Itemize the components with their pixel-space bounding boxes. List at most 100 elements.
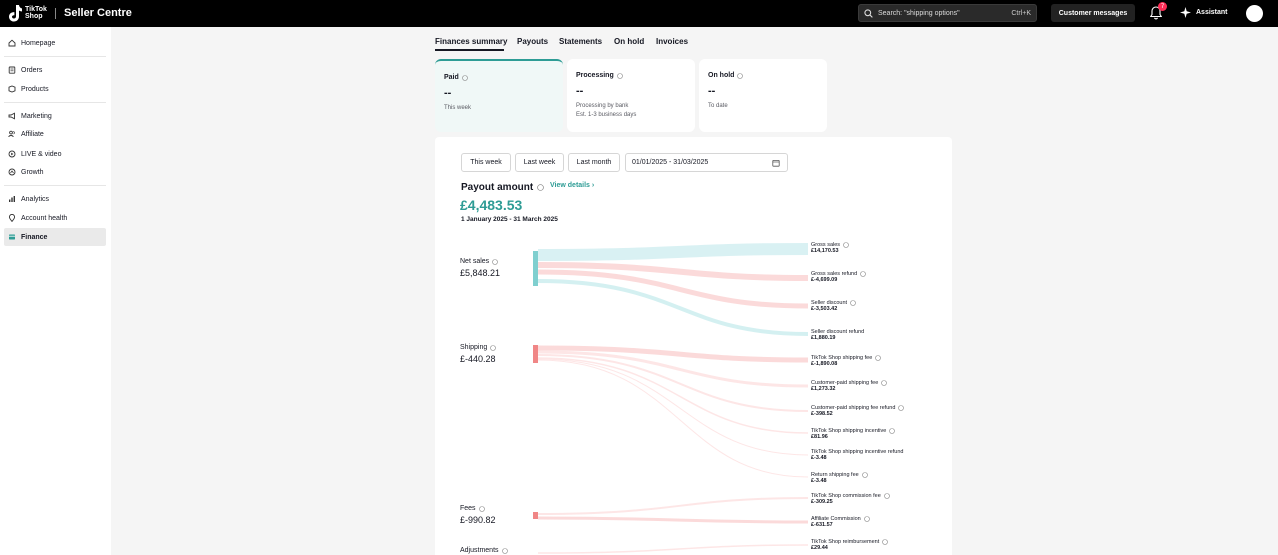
- paid-card[interactable]: Paid -- This week: [435, 59, 563, 132]
- info-icon: [898, 405, 905, 411]
- tab-statements[interactable]: Statements: [559, 37, 602, 46]
- processing-card[interactable]: Processing -- Processing by bank Est. 1-3…: [567, 59, 695, 132]
- tab-finances-summary[interactable]: Finances summary: [435, 37, 507, 46]
- sidebar-item-label: LIVE & video: [21, 150, 62, 158]
- shipping-label: Shipping: [460, 344, 497, 351]
- view-details-link[interactable]: View details ›: [550, 182, 594, 189]
- info-icon: [492, 258, 498, 265]
- net-sales-bar: [533, 251, 538, 286]
- last-week-button[interactable]: Last week: [515, 153, 564, 172]
- sidebar-item-live-video[interactable]: LIVE & video: [4, 145, 106, 163]
- tiktok-shop-logo[interactable]: TikTok Shop: [8, 4, 47, 22]
- payout-label-text: Payout amount: [461, 182, 534, 193]
- products-icon: [8, 85, 16, 93]
- customer-shipping-refund-item: Customer-paid shipping fee refund £-398.5…: [811, 405, 905, 417]
- card-title: Paid: [444, 74, 459, 81]
- payout-period: 1 January 2025 - 31 March 2025: [461, 216, 558, 223]
- info-icon: [461, 74, 468, 81]
- reimbursement-item: TikTok Shop reimbursement £29.44: [811, 539, 889, 551]
- people-icon: [8, 130, 15, 138]
- card-subtitle: To date: [708, 103, 728, 109]
- sidebar-item-analytics[interactable]: Analytics: [4, 190, 106, 208]
- sidebar-item-products[interactable]: Products: [4, 80, 106, 98]
- sidebar-divider: [4, 185, 106, 186]
- live-icon: [8, 150, 16, 158]
- date-range-value: 01/01/2025 - 31/03/2025: [632, 159, 709, 166]
- info-icon: [882, 539, 889, 545]
- sidebar-item-label: Marketing: [21, 112, 52, 120]
- growth-icon: [8, 168, 16, 176]
- tab-invoices[interactable]: Invoices: [656, 37, 688, 46]
- return-shipping-item: Return shipping fee £-3.48: [811, 472, 868, 484]
- assistant-button[interactable]: Assistant: [1180, 7, 1228, 18]
- item-value: £-398.52: [811, 411, 833, 417]
- home-icon: [8, 39, 16, 47]
- customer-messages-button[interactable]: Customer messages: [1051, 4, 1135, 22]
- info-icon: [881, 380, 888, 386]
- megaphone-icon: [8, 112, 15, 120]
- info-icon: [616, 72, 623, 79]
- sidebar-item-finance[interactable]: Finance: [4, 228, 106, 246]
- sidebar-item-orders[interactable]: Orders: [4, 61, 106, 79]
- fees-label: Fees: [460, 505, 485, 512]
- app-title: Seller Centre: [64, 7, 132, 19]
- item-value: £81.96: [811, 434, 828, 440]
- tab-on-hold[interactable]: On hold: [614, 37, 644, 46]
- customer-shipping-item: Customer-paid shipping fee £1,273.32: [811, 380, 888, 392]
- chart-icon: [9, 196, 15, 202]
- sidebar-item-label: Affiliate: [21, 130, 44, 138]
- shipping-bar: [533, 345, 538, 363]
- sidebar-item-account-health[interactable]: Account health: [4, 209, 106, 227]
- shipping-fee-item: TikTok Shop shipping fee £-1,890.08: [811, 355, 882, 367]
- net-sales-label: Net sales: [460, 258, 498, 265]
- node-name: Adjustments: [460, 547, 499, 554]
- search-icon: [864, 8, 873, 18]
- search-shortcut: Ctrl+K: [1011, 9, 1031, 17]
- sidebar-item-label: Account health: [21, 214, 68, 222]
- orders-icon: [8, 66, 16, 74]
- node-name: Fees: [460, 505, 476, 512]
- top-bar: TikTok Shop Seller Centre Search: "shipp…: [0, 0, 1278, 27]
- commission-fee-item: TikTok Shop commission fee £-309.25: [811, 493, 890, 505]
- item-value: £-4,699.09: [811, 277, 838, 283]
- logo-wordmark: TikTok Shop: [25, 6, 47, 20]
- date-range-picker[interactable]: 01/01/2025 - 31/03/2025: [625, 153, 788, 172]
- sidebar-item-affiliate[interactable]: Affiliate: [4, 125, 106, 143]
- item-value: £14,170.53: [811, 248, 839, 254]
- card-value: --: [444, 87, 452, 99]
- affiliate-commission-item: Affiliate Commission £-631.57: [811, 516, 870, 528]
- shipping-incentive-refund-item: TikTok Shop shipping incentive refund £-3…: [811, 449, 903, 461]
- item-value: £-631.57: [811, 522, 833, 528]
- card-subtitle-2: Est. 1-3 business days: [576, 112, 637, 118]
- finance-icon: [9, 234, 15, 240]
- info-icon: [478, 505, 485, 512]
- card-value: --: [708, 85, 716, 97]
- calendar-icon: [772, 159, 780, 167]
- sidebar-item-growth[interactable]: Growth: [4, 163, 106, 181]
- shipping-incentive-item: TikTok Shop shipping incentive £81.96: [811, 428, 896, 440]
- last-month-button[interactable]: Last month: [568, 153, 620, 172]
- info-icon: [737, 72, 744, 79]
- item-value: £-309.25: [811, 499, 833, 505]
- card-value: --: [576, 85, 584, 97]
- fees-value: £-990.82: [460, 515, 496, 525]
- sidebar-item-marketing[interactable]: Marketing: [4, 107, 106, 125]
- sidebar-item-homepage[interactable]: Homepage: [4, 34, 106, 52]
- info-icon: [889, 428, 896, 434]
- tab-payouts[interactable]: Payouts: [517, 37, 548, 46]
- info-icon: [850, 300, 856, 306]
- info-icon: [875, 355, 882, 361]
- gross-sales-refund-item: Gross sales refund £-4,699.09: [811, 271, 866, 283]
- sidebar-item-label: Orders: [21, 66, 43, 74]
- view-details-text: View details: [550, 182, 590, 189]
- sidebar-item-label: Homepage: [21, 39, 56, 47]
- info-icon: [860, 271, 866, 277]
- on-hold-card[interactable]: On hold -- To date: [699, 59, 827, 132]
- search-input[interactable]: Search: "shipping options" Ctrl+K: [858, 4, 1037, 22]
- this-week-button[interactable]: This week: [461, 153, 511, 172]
- info-icon: [537, 184, 545, 191]
- avatar[interactable]: [1246, 5, 1263, 22]
- net-sales-value: £5,848.21: [460, 268, 501, 278]
- sidebar-item-label: Analytics: [21, 195, 50, 203]
- card-title: On hold: [708, 72, 735, 79]
